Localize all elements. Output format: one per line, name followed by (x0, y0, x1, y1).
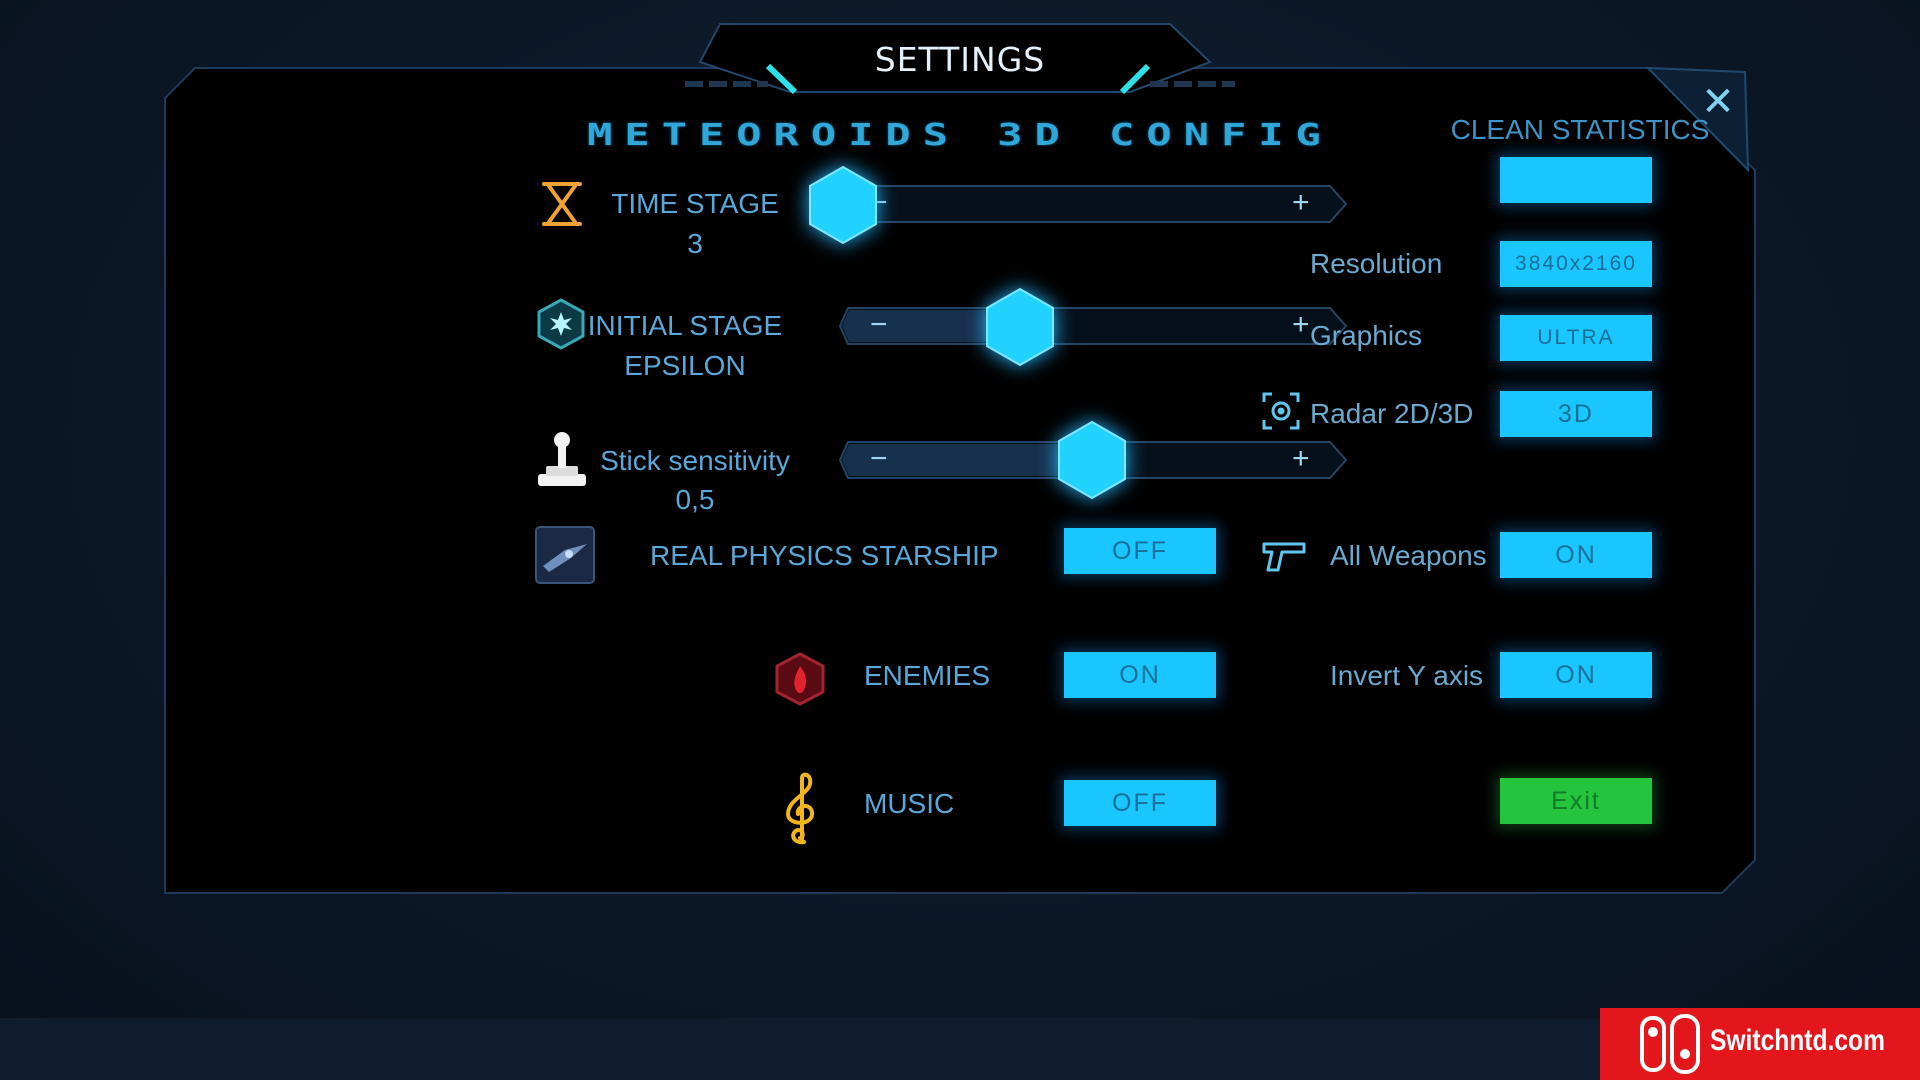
settings-title: SETTINGS (874, 40, 1046, 79)
slider-plus-icon[interactable]: + (1292, 308, 1310, 342)
slider-minus-icon[interactable]: − (870, 308, 888, 342)
graphics-select[interactable]: ULTRA (1500, 315, 1652, 361)
pistol-icon (1262, 540, 1306, 574)
clean-statistics-button[interactable] (1500, 157, 1652, 203)
starship-icon (535, 526, 595, 584)
music-label: MUSIC (864, 788, 955, 819)
stick-sensitivity-label: Stick sensitivity (600, 445, 790, 476)
radar-label: Radar 2D/3D (1310, 398, 1474, 429)
time-stage-value: 3 (687, 228, 703, 259)
nintendo-switch-logo-icon (1640, 1014, 1700, 1074)
real-physics-label: REAL PHYSICS STARSHIP (650, 540, 999, 571)
resolution-select[interactable]: 3840x2160 (1500, 241, 1652, 287)
time-stage-slider[interactable]: − + (838, 182, 1350, 226)
exit-button[interactable]: Exit (1500, 778, 1652, 824)
initial-stage-value: EPSILON (624, 350, 746, 381)
real-physics-toggle-button[interactable]: OFF (1064, 528, 1216, 574)
initial-stage-label: INITIAL STAGE (587, 310, 783, 341)
time-stage-label: TIME STAGE (611, 188, 779, 219)
game-config-title: METEOROIDS 3D CONFIG (587, 116, 1333, 153)
radar-target-icon (1262, 392, 1300, 430)
music-toggle-button[interactable]: OFF (1064, 780, 1216, 826)
radar-toggle-button[interactable]: 3D (1500, 391, 1652, 437)
graphics-label: Graphics (1310, 320, 1423, 351)
watermark-banner: Switchntd.com (1600, 1008, 1920, 1080)
initial-stage-slider[interactable]: − + (838, 304, 1350, 348)
slider-thumb[interactable] (808, 165, 878, 245)
slider-track (838, 185, 1348, 223)
slider-plus-icon[interactable]: + (1292, 442, 1310, 476)
slider-thumb[interactable] (985, 287, 1055, 367)
stick-sensitivity-value: 0,5 (675, 484, 715, 515)
slider-plus-icon[interactable]: + (1292, 186, 1310, 220)
enemies-label: ENEMIES (864, 660, 991, 691)
treble-clef-icon (782, 770, 820, 846)
slider-thumb[interactable] (1057, 420, 1127, 500)
all-weapons-toggle-button[interactable]: ON (1500, 532, 1652, 578)
watermark-text: Switchntd.com (1710, 1024, 1885, 1057)
star-hexagon-icon (536, 298, 586, 350)
enemy-hexagon-icon (774, 652, 826, 706)
slider-minus-icon[interactable]: − (870, 442, 888, 476)
enemies-toggle-button[interactable]: ON (1064, 652, 1216, 698)
all-weapons-label: All Weapons (1330, 540, 1487, 571)
joystick-icon (536, 430, 588, 488)
invert-y-toggle-button[interactable]: ON (1500, 652, 1652, 698)
slider-track (838, 307, 1348, 345)
hourglass-icon (540, 180, 584, 228)
clean-statistics-label: CLEAN STATISTICS (1450, 114, 1710, 145)
invert-y-label: Invert Y axis (1330, 660, 1484, 691)
resolution-label: Resolution (1310, 248, 1443, 279)
